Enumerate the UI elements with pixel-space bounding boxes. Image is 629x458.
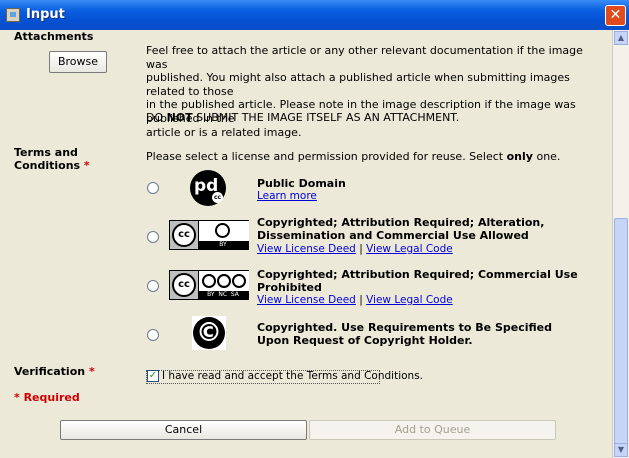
license-title-line: Copyrighted. Use Requirements to Be Spec… [257, 321, 552, 334]
warning-prefix: DO [146, 111, 167, 124]
browse-button[interactable]: Browse [49, 51, 107, 73]
badge-sub-label: BY [198, 241, 248, 249]
attachments-description-line: article or is a related image. [146, 125, 302, 139]
license-title-public-domain: Public Domain [257, 177, 346, 190]
required-note: * Required [14, 391, 80, 404]
cc-circle-icon: cc [172, 223, 196, 247]
title-bar: Input ✕ [0, 0, 629, 30]
verification-checkbox-label[interactable]: I have read and accept the Terms and Con… [162, 370, 423, 382]
instruction-emphasis: only [506, 150, 533, 163]
verification-label: Verification * [14, 365, 95, 378]
attachments-warning: DO NOT SUBMIT THE IMAGE ITSELF AS AN ATT… [146, 111, 459, 124]
cc-circle-icon: cc [172, 273, 196, 297]
cc-by-nc-sa-badge-icon: cc BY NC SA [169, 270, 249, 300]
add-to-queue-button[interactable]: Add to Queue [309, 420, 556, 440]
scrollbar-thumb[interactable] [614, 218, 628, 450]
warning-emphasis: NOT [166, 111, 193, 124]
app-icon [6, 8, 20, 22]
form-content: Attachments Browse Feel free to attach t… [0, 30, 612, 458]
license-title-line: Upon Request of Copyright Holder. [257, 334, 473, 347]
license-title-cc-by-nc-sa: Copyrighted; Attribution Required; Comme… [257, 268, 578, 294]
terms-label: Terms and Conditions * [14, 146, 90, 172]
license-radio-copyrighted[interactable] [147, 329, 159, 341]
terms-label-line1: Terms and [14, 146, 78, 159]
badge-sub-label: BY NC SA [198, 291, 248, 299]
license-title-cc-by: Copyrighted; Attribution Required; Alter… [257, 216, 544, 242]
required-asterisk: * [83, 159, 90, 172]
terms-label-line2: Conditions [14, 159, 81, 172]
public-domain-icon: pd cc [190, 170, 226, 206]
copyright-icon: © [193, 317, 225, 349]
license-title-line: Prohibited [257, 281, 322, 294]
license-title-line: Copyrighted; Attribution Required; Alter… [257, 216, 545, 229]
view-license-deed-link[interactable]: View License Deed [257, 294, 356, 306]
verification-checkbox[interactable]: ✓ [147, 370, 159, 382]
view-license-deed-link[interactable]: View License Deed [257, 243, 356, 255]
license-links-cc-by-nc-sa: View License Deed | View Legal Code [257, 294, 453, 306]
attribution-icon [198, 221, 249, 241]
attachments-description: Feel free to attach the article or any o… [146, 44, 606, 139]
share-alike-icon [232, 274, 246, 288]
link-separator: | [359, 294, 363, 306]
license-radio-cc-by-nc-sa[interactable] [147, 280, 159, 292]
attachments-description-line: published. You might also attach a publi… [146, 71, 570, 98]
cancel-button[interactable]: Cancel [60, 420, 307, 440]
window-title: Input [26, 7, 65, 22]
license-title-line: Dissemination and Commercial Use Allowed [257, 229, 529, 242]
attachments-label: Attachments [14, 30, 94, 43]
verification-label-text: Verification [14, 365, 86, 378]
license-links-cc-by: View License Deed | View Legal Code [257, 243, 453, 255]
scroll-up-arrow-icon[interactable]: ▲ [614, 31, 628, 45]
close-button[interactable]: ✕ [605, 5, 626, 26]
license-title-copyrighted: Copyrighted. Use Requirements to Be Spec… [257, 321, 552, 347]
license-radio-cc-by[interactable] [147, 231, 159, 243]
instruction-suffix: one. [532, 150, 561, 163]
scroll-down-arrow-icon[interactable]: ▼ [614, 443, 628, 457]
license-title-line: Copyrighted; Attribution Required; Comme… [257, 268, 578, 281]
instruction-prefix: Please select a license and permission p… [146, 150, 507, 163]
attachments-description-line: Feel free to attach the article or any o… [146, 44, 583, 71]
view-legal-code-link[interactable]: View Legal Code [366, 294, 453, 306]
cc-mini-icon: cc [212, 192, 223, 203]
license-links-public-domain: Learn more [257, 190, 317, 202]
view-legal-code-link[interactable]: View Legal Code [366, 243, 453, 255]
link-separator: | [359, 243, 363, 255]
required-asterisk: * [88, 365, 95, 378]
warning-suffix: SUBMIT THE IMAGE ITSELF AS AN ATTACHMENT… [192, 111, 460, 124]
terms-instruction: Please select a license and permission p… [146, 150, 560, 163]
person-icon [215, 223, 230, 238]
license-radio-public-domain[interactable] [147, 182, 159, 194]
attribution-icon [202, 274, 216, 288]
noncommercial-icon [217, 274, 231, 288]
vertical-scrollbar[interactable]: ▲ ▼ [612, 30, 629, 458]
by-nc-sa-icons [198, 271, 249, 291]
cc-by-badge-icon: cc BY [169, 220, 249, 250]
copyright-icon-frame: © [192, 316, 226, 350]
learn-more-link[interactable]: Learn more [257, 190, 317, 202]
